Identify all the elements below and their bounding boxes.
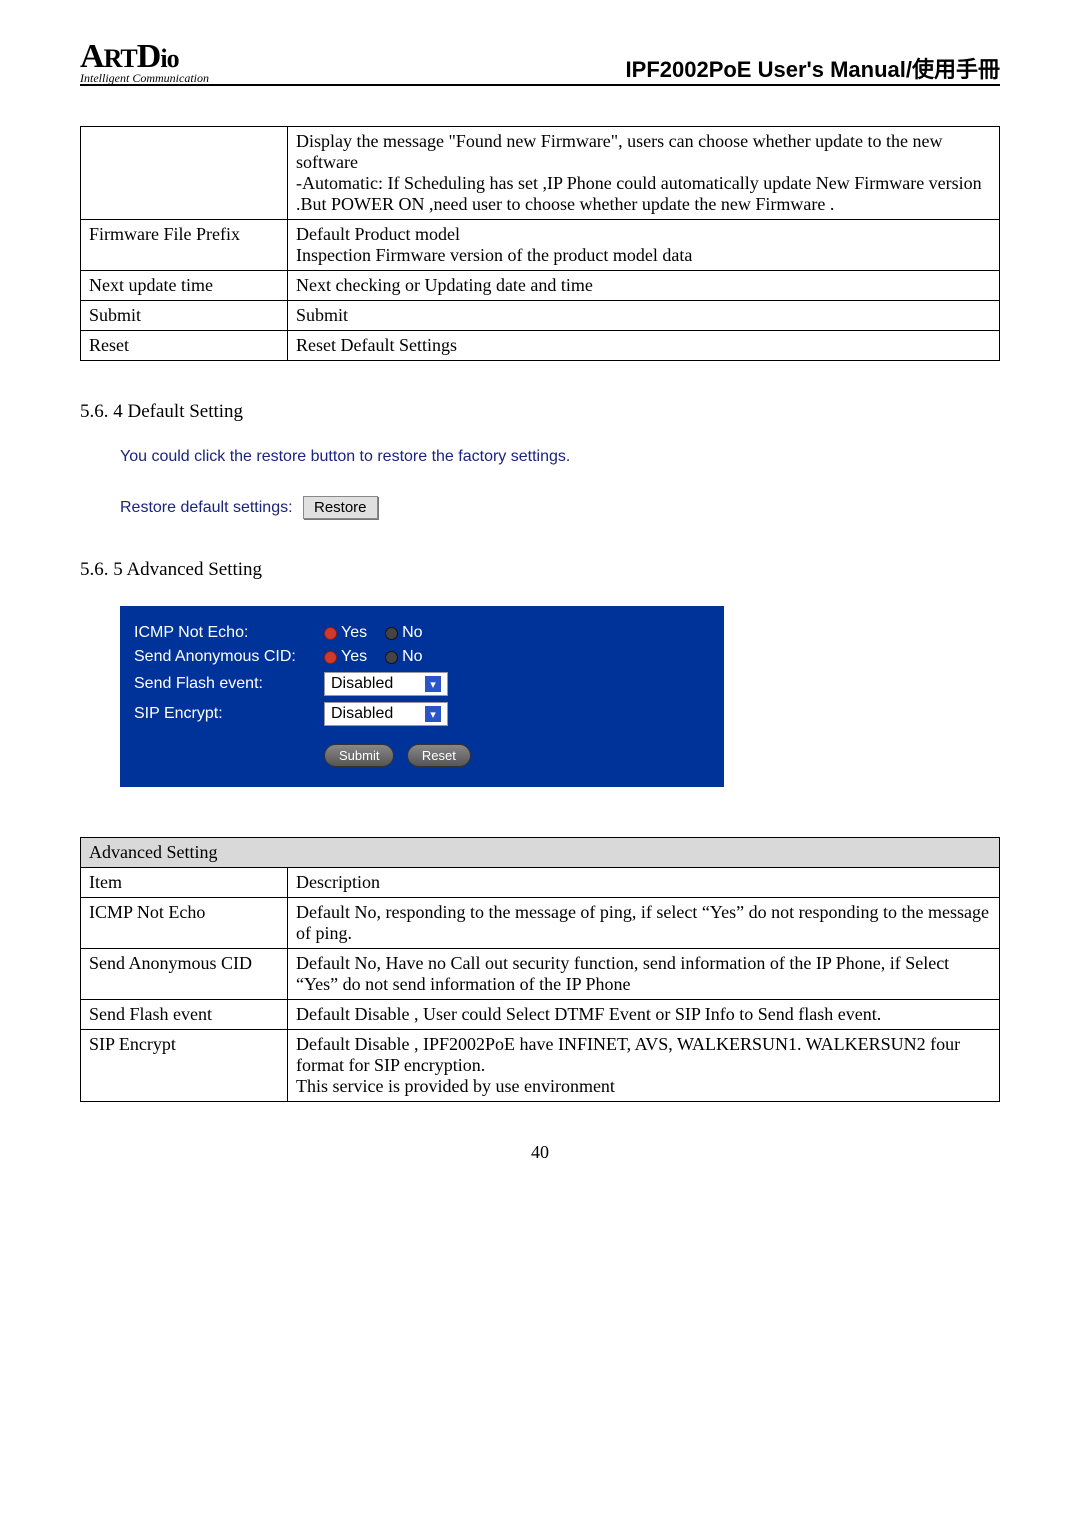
cell-label: Next update time	[81, 271, 288, 301]
icmp-label: ICMP Not Echo:	[134, 624, 324, 642]
logo-subtitle: Intelligent Communication	[80, 72, 209, 84]
flash-row: Send Flash event: Disabled ▾	[134, 672, 704, 696]
table-row: Display the message "Found new Firmware"…	[81, 127, 1000, 220]
cell-desc: Next checking or Updating date and time	[288, 271, 1000, 301]
sip-row: SIP Encrypt: Disabled ▾	[134, 702, 704, 726]
cell-desc: Default Disable , User could Select DTMF…	[288, 1000, 1000, 1030]
flash-select-value: Disabled	[331, 675, 393, 693]
logo: ARTDio Intelligent Communication	[80, 40, 209, 84]
radio-unselected-icon	[385, 627, 398, 640]
table-title: Advanced Setting	[81, 838, 1000, 868]
table-header-row: Item Description	[81, 868, 1000, 898]
table-row: SIP Encrypt Default Disable , IPF2002PoE…	[81, 1030, 1000, 1102]
table-row: ICMP Not Echo Default No, responding to …	[81, 898, 1000, 949]
cell-desc: Reset Default Settings	[288, 331, 1000, 361]
icmp-row: ICMP Not Echo: Yes No	[134, 624, 704, 642]
flash-select[interactable]: Disabled ▾	[324, 672, 448, 696]
sip-select[interactable]: Disabled ▾	[324, 702, 448, 726]
restore-button[interactable]: Restore	[303, 496, 378, 519]
advanced-table: Advanced Setting Item Description ICMP N…	[80, 837, 1000, 1102]
table-row: Submit Submit	[81, 301, 1000, 331]
advanced-panel: ICMP Not Echo: Yes No Send Anonymous CID…	[120, 606, 724, 787]
restore-instruction: You could click the restore button to re…	[120, 448, 1000, 466]
logo-text: ARTDio	[80, 40, 209, 74]
cell-desc: Default Product model Inspection Firmwar…	[288, 220, 1000, 271]
flash-label: Send Flash event:	[134, 675, 324, 693]
cell-label: Reset	[81, 331, 288, 361]
dropdown-arrow-icon: ▾	[425, 706, 441, 722]
advanced-button-row: Submit Reset	[324, 744, 704, 767]
radio-selected-icon	[324, 651, 337, 664]
cell-item: SIP Encrypt	[81, 1030, 288, 1102]
table-row: Firmware File Prefix Default Product mod…	[81, 220, 1000, 271]
firmware-table: Display the message "Found new Firmware"…	[80, 126, 1000, 361]
cell-desc: Submit	[288, 301, 1000, 331]
restore-row: Restore default settings: Restore	[120, 496, 1000, 519]
cell-label: Firmware File Prefix	[81, 220, 288, 271]
sip-select-value: Disabled	[331, 705, 393, 723]
cell-desc: Default No, responding to the message of…	[288, 898, 1000, 949]
submit-button[interactable]: Submit	[324, 744, 394, 767]
document-title: IPF2002PoE User's Manual/使用手冊	[626, 52, 1000, 84]
table-row: Reset Reset Default Settings	[81, 331, 1000, 361]
cid-row: Send Anonymous CID: Yes No	[134, 648, 704, 666]
cell-item: Send Anonymous CID	[81, 949, 288, 1000]
radio-selected-icon	[324, 627, 337, 640]
table-title-row: Advanced Setting	[81, 838, 1000, 868]
section-heading-default: 5.6. 4 Default Setting	[80, 401, 1000, 423]
cid-no-radio[interactable]: No	[385, 648, 440, 666]
cid-label: Send Anonymous CID:	[134, 648, 324, 666]
sip-label: SIP Encrypt:	[134, 705, 324, 723]
radio-unselected-icon	[385, 651, 398, 664]
restore-label: Restore default settings:	[120, 499, 293, 516]
cell-item: Send Flash event	[81, 1000, 288, 1030]
cell-desc: Default Disable , IPF2002PoE have INFINE…	[288, 1030, 1000, 1102]
icmp-yes-radio[interactable]: Yes	[324, 624, 385, 642]
cid-yes-radio[interactable]: Yes	[324, 648, 385, 666]
table-row: Send Anonymous CID Default No, Have no C…	[81, 949, 1000, 1000]
page-number: 40	[80, 1142, 1000, 1163]
cell-item: ICMP Not Echo	[81, 898, 288, 949]
cell-desc: Default No, Have no Call out security fu…	[288, 949, 1000, 1000]
dropdown-arrow-icon: ▾	[425, 676, 441, 692]
cell-label: Submit	[81, 301, 288, 331]
icmp-no-radio[interactable]: No	[385, 624, 440, 642]
page-header: ARTDio Intelligent Communication IPF2002…	[80, 40, 1000, 86]
cell-label	[81, 127, 288, 220]
reset-button[interactable]: Reset	[407, 744, 471, 767]
restore-block: You could click the restore button to re…	[120, 448, 1000, 519]
section-heading-advanced: 5.6. 5 Advanced Setting	[80, 559, 1000, 581]
header-item: Item	[81, 868, 288, 898]
table-row: Send Flash event Default Disable , User …	[81, 1000, 1000, 1030]
cell-desc: Display the message "Found new Firmware"…	[288, 127, 1000, 220]
header-desc: Description	[288, 868, 1000, 898]
table-row: Next update time Next checking or Updati…	[81, 271, 1000, 301]
